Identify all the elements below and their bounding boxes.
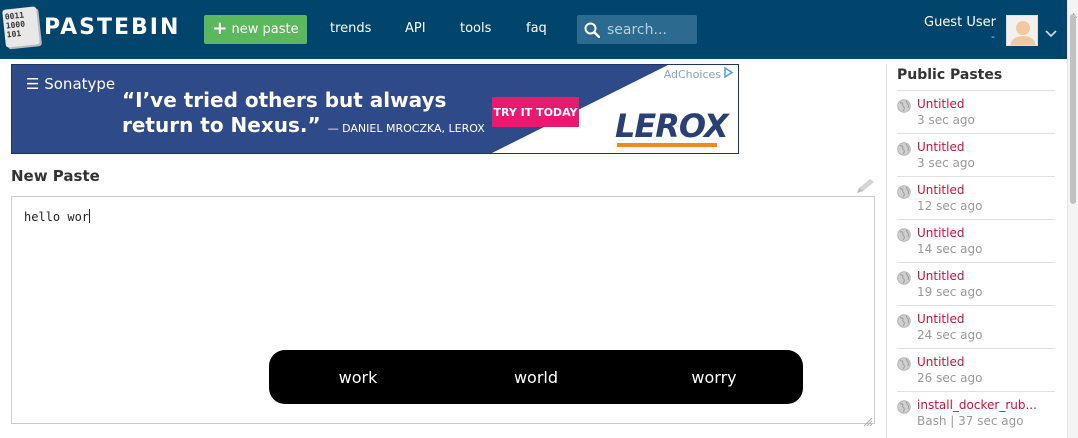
ad-choices[interactable]: AdChoices [663,66,734,81]
ad-logo-underline [617,143,717,147]
paste-title[interactable]: install_docker_rub... [917,397,1055,413]
globe-icon [897,98,911,117]
user-name: Guest User [924,15,996,30]
sidebar-divider [886,64,887,438]
list-item[interactable]: Untitled 14 sec ago [897,219,1055,262]
nav-faq[interactable]: faq [526,21,547,36]
paste-meta: Bash | 37 sec ago [917,414,1024,428]
new-paste-button[interactable]: + new paste [204,15,307,44]
new-paste-label: new paste [231,22,299,37]
list-item[interactable]: Untitled 3 sec ago [897,90,1055,133]
top-navigation-bar: 0011 1000 101 PASTEBIN + new paste trend… [0,0,1078,59]
ad-choices-label: AdChoices [663,67,721,81]
paste-title[interactable]: Untitled [917,268,1055,284]
nav-trends[interactable]: trends [330,21,371,36]
chevron-down-icon[interactable] [1045,23,1057,42]
list-item[interactable]: Untitled 12 sec ago [897,176,1055,219]
globe-icon [897,141,911,160]
paste-title[interactable]: Untitled [917,225,1055,241]
brand-name[interactable]: PASTEBIN [44,15,180,40]
ad-choices-icon [723,66,734,81]
ad-brand: ☰ Sonatype [26,75,115,93]
scroll-thumb[interactable] [1070,14,1076,204]
logo-bits: 0011 1000 101 [4,10,26,40]
paste-title[interactable]: Untitled [917,182,1055,198]
text-caret [89,209,91,223]
suggestion-work[interactable]: work [269,368,447,387]
avatar-silhouette-icon [1007,16,1037,45]
list-item[interactable]: Untitled 19 sec ago [897,262,1055,305]
paste-meta: 26 sec ago [917,371,983,385]
pastebin-logo-icon[interactable]: 0011 1000 101 [2,6,40,48]
nav-tools[interactable]: tools [460,21,491,36]
search-box [577,15,697,44]
page-title: New Paste [11,167,100,185]
autocomplete-suggestion-bar: work world worry [269,350,803,404]
suggestion-worry[interactable]: worry [625,368,803,387]
sonatype-logo-icon: ☰ [26,75,40,93]
paste-title[interactable]: Untitled [917,311,1055,327]
paste-title[interactable]: Untitled [917,96,1055,112]
paste-title[interactable]: Untitled [917,139,1055,155]
ad-brand-text: Sonatype [44,75,116,93]
ad-quote: “I’ve tried others but always return to … [122,88,502,141]
paste-content: hello wor [24,210,90,224]
globe-icon [897,313,911,332]
paste-meta: 3 sec ago [917,156,975,170]
globe-icon [897,270,911,289]
globe-icon [897,227,911,246]
ad-attribution: — DANIEL MROCZKA, LEROX [327,122,485,135]
globe-icon [897,184,911,203]
list-item[interactable]: Untitled 3 sec ago [897,133,1055,176]
paste-meta: 24 sec ago [917,328,983,342]
sidebar-title: Public Pastes [897,67,1003,83]
search-input[interactable] [607,21,693,38]
search-icon[interactable] [577,22,607,38]
globe-icon [897,356,911,375]
paste-meta: 14 sec ago [917,242,983,256]
globe-icon [897,399,911,418]
paste-title[interactable]: Untitled [917,354,1055,370]
plus-icon: + [212,17,228,39]
user-subtext: - [991,30,995,43]
paste-meta: 3 sec ago [917,113,975,127]
page-scrollbar[interactable] [1067,0,1078,438]
resize-handle-icon[interactable] [863,412,873,431]
list-item[interactable]: Untitled 26 sec ago [897,348,1055,391]
ad-logo: LEROX [615,107,729,145]
paste-meta: 19 sec ago [917,285,983,299]
ad-banner[interactable]: ☰ Sonatype “I’ve tried others but always… [11,64,739,154]
list-item[interactable]: install_docker_rub... Bash | 37 sec ago [897,391,1055,434]
public-pastes-list: Untitled 3 sec ago Untitled 3 sec ago Un… [897,90,1055,434]
avatar[interactable] [1006,15,1038,46]
ad-cta-button[interactable]: TRY IT TODAY [492,97,579,127]
paste-meta: 12 sec ago [917,199,983,213]
nav-api[interactable]: API [405,21,426,36]
suggestion-world[interactable]: world [447,368,625,387]
list-item[interactable]: Untitled 24 sec ago [897,305,1055,348]
